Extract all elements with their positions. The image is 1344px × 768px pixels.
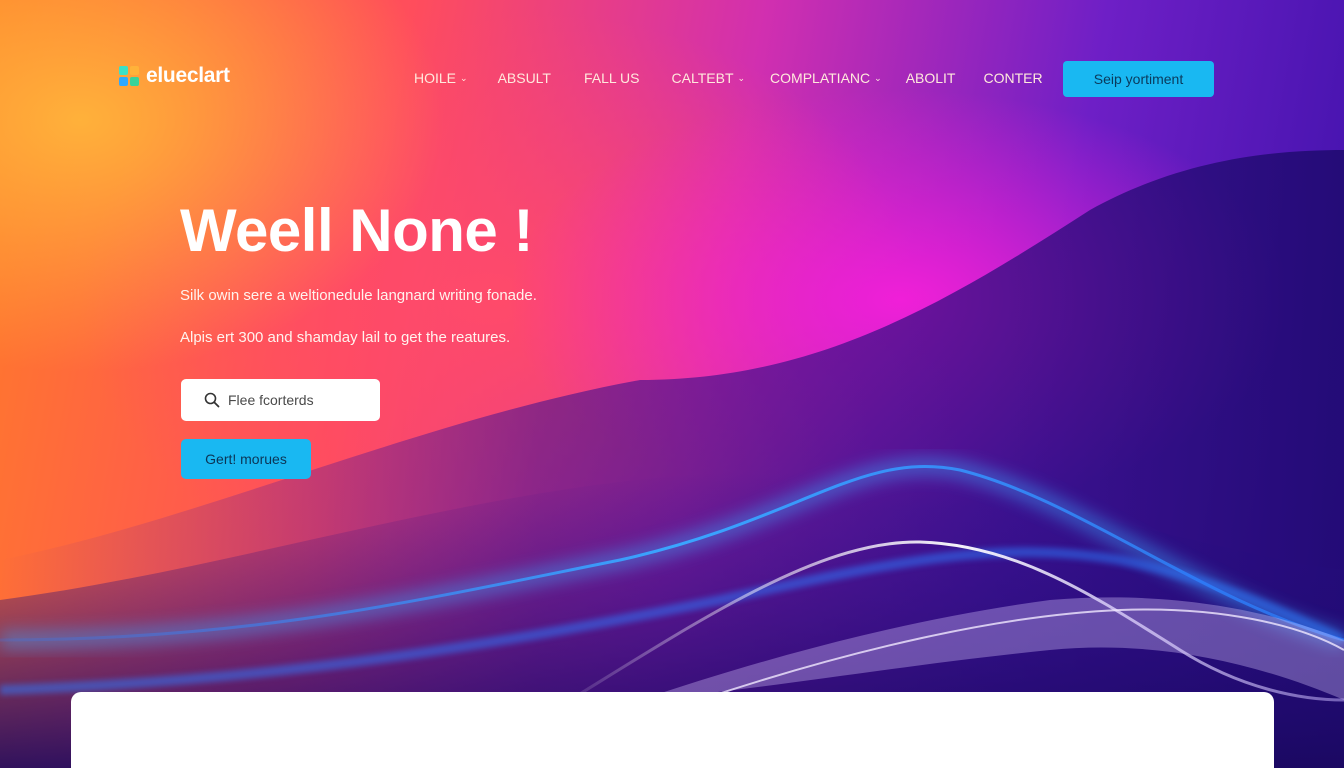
content-panel [71, 692, 1274, 768]
chevron-down-icon: ⌄ [737, 72, 746, 83]
search-icon [204, 392, 220, 408]
hero-title: Weell None ! [180, 197, 533, 264]
nav-item-conter[interactable]: CONTER [983, 70, 1042, 86]
nav-item-label: FALL US [584, 70, 640, 86]
main-nav: HOILE ⌄ ABSULT FALL US CALTEBT ⌄ COMPLAT… [414, 69, 1043, 87]
search-box[interactable] [181, 379, 380, 421]
nav-item-abolit[interactable]: ABOLIT [906, 70, 956, 86]
hero-subtitle-2: Alpis ert 300 and shamday lail to get th… [180, 329, 511, 346]
nav-item-absult[interactable]: ABSULT [498, 70, 551, 86]
blocks-logo-icon [119, 66, 139, 86]
nav-item-fall-us[interactable]: FALL US [584, 70, 640, 86]
chevron-down-icon: ⌄ [874, 72, 882, 83]
landing-page: elueclart HOILE ⌄ ABSULT FALL US CALTEBT… [0, 0, 1344, 768]
search-input[interactable] [228, 392, 368, 408]
hero-subtitle-1: Silk owin sere a weltionedule langnard w… [180, 287, 537, 304]
brand-logo[interactable]: elueclart [118, 64, 230, 88]
nav-item-label: COMPLATIANC [770, 70, 871, 86]
nav-item-label: ABOLIT [905, 70, 956, 86]
nav-item-caltebt[interactable]: CALTEBT ⌄ [672, 70, 746, 86]
brand-name: elueclart [146, 64, 230, 87]
nav-item-label: CALTEBT [671, 70, 734, 86]
nav-item-complatianc[interactable]: COMPLATIANC ⌄ [770, 70, 882, 86]
site-header: elueclart HOILE ⌄ ABSULT FALL US CALTEBT… [0, 0, 1344, 156]
nav-item-label: CONTER [983, 70, 1043, 86]
nav-item-label: ABSULT [497, 70, 551, 86]
nav-item-hoile[interactable]: HOILE ⌄ [414, 70, 468, 86]
chevron-down-icon: ⌄ [460, 72, 468, 83]
hero-cta-button[interactable]: Gert! morues [181, 439, 311, 479]
header-cta-button[interactable]: Seip yortiment [1063, 61, 1214, 97]
nav-item-label: HOILE [414, 70, 457, 86]
